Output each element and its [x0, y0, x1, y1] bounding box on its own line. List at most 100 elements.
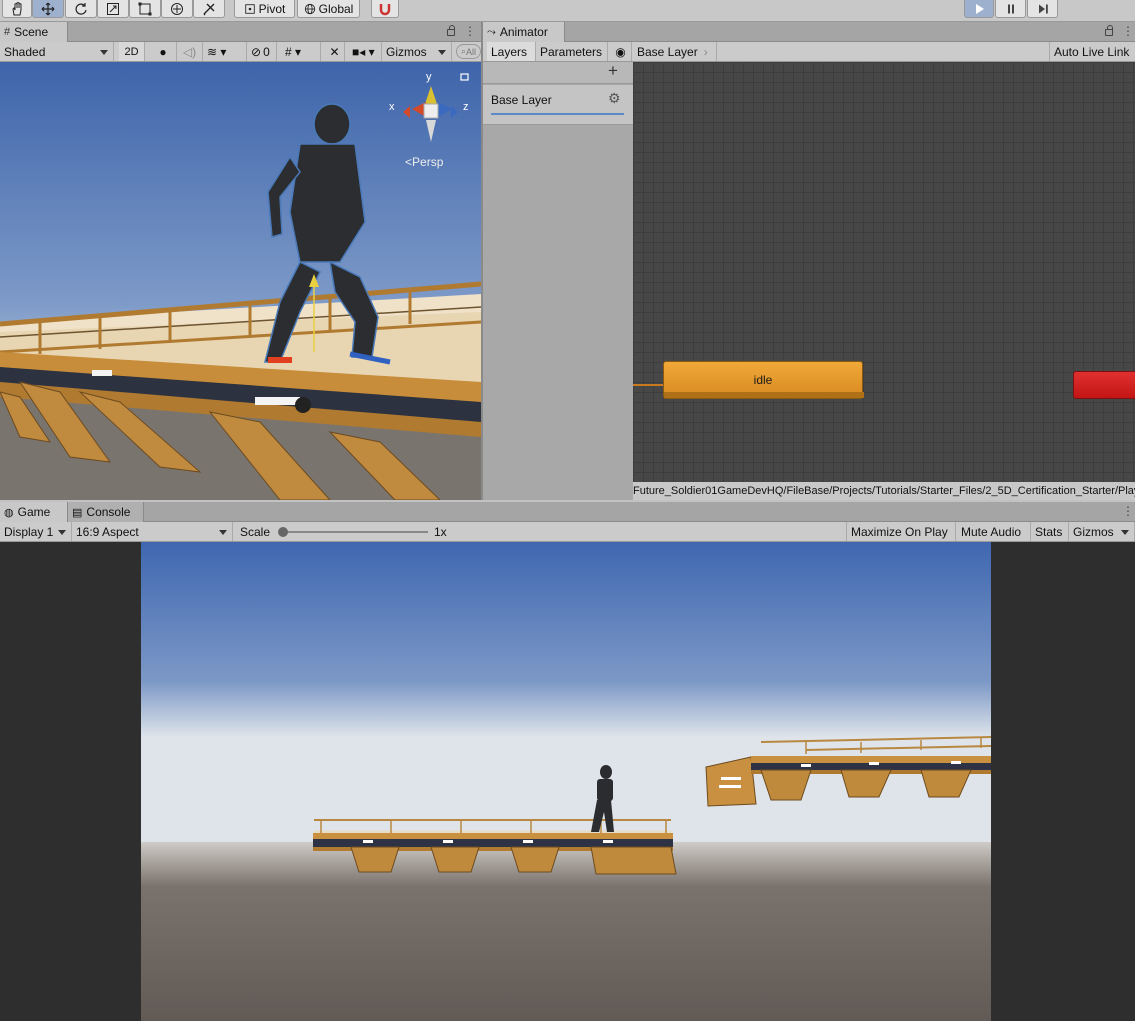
move-tool-button[interactable]: [32, 0, 64, 18]
more-menu-icon[interactable]: ⋮: [464, 24, 476, 38]
speaker-icon: ◁): [182, 44, 197, 59]
shading-mode-dropdown[interactable]: Shaded: [0, 42, 114, 61]
maximize-on-play-label: Maximize On Play: [851, 524, 948, 539]
animator-path: Future_Soldier01GameDevHQ/FileBase/Proje…: [633, 482, 1135, 500]
auto-live-link-label: Auto Live Link: [1054, 44, 1130, 59]
visibility-toggle[interactable]: ◉: [610, 42, 632, 61]
scale-tool-button[interactable]: [97, 0, 129, 18]
game-viewport[interactable]: [0, 542, 1135, 1021]
lock-icon[interactable]: [447, 25, 455, 36]
rect-tool-button[interactable]: [129, 0, 161, 18]
play-button[interactable]: [964, 0, 994, 18]
parameters-tab-label: Parameters: [540, 44, 603, 59]
game-more-icon[interactable]: ⋮: [1122, 504, 1134, 518]
hidden-objects-toggle[interactable]: ⊘ 0: [247, 42, 277, 61]
add-layer-button[interactable]: +: [608, 61, 618, 81]
stats-toggle[interactable]: Stats: [1031, 522, 1069, 541]
layers-header: +: [483, 61, 633, 84]
wrench-icon: ✕: [329, 44, 340, 59]
tab-animator[interactable]: ⤳ Animator: [483, 22, 565, 42]
animator-tab-label: Animator: [499, 25, 548, 39]
tab-layers[interactable]: Layers: [487, 42, 536, 61]
layer-name: Base Layer: [491, 93, 552, 107]
audio-toggle[interactable]: ◁): [177, 42, 203, 61]
step-button[interactable]: [1027, 0, 1058, 18]
custom-tool-button[interactable]: [193, 0, 225, 18]
grid-icon-2: # ▾: [285, 44, 302, 59]
mute-audio-label: Mute Audio: [961, 524, 1022, 539]
display-value: Display 1: [4, 524, 54, 539]
global-toggle[interactable]: Global: [297, 0, 360, 18]
mode-2d-toggle[interactable]: 2D: [119, 42, 145, 61]
tab-parameters[interactable]: Parameters: [536, 42, 608, 61]
axis-y-label: y: [426, 71, 432, 83]
display-dropdown[interactable]: Display 1: [0, 522, 72, 541]
animator-icon: ⤳: [487, 25, 496, 38]
mode-2d-label: 2D: [124, 45, 139, 58]
snap-button[interactable]: [371, 0, 399, 18]
aspect-dropdown[interactable]: 16:9 Aspect: [72, 522, 233, 541]
scale-slider-track[interactable]: [283, 531, 428, 533]
breadcrumb[interactable]: Base Layer ›: [633, 42, 717, 61]
scene-viewport[interactable]: y x z <Persp: [0, 62, 481, 500]
state-node-any[interactable]: [1073, 371, 1135, 399]
scale-label-text: Scale: [240, 524, 271, 539]
tools-toggle[interactable]: ✕: [325, 42, 345, 61]
tab-game[interactable]: ◍ Game: [0, 502, 68, 522]
gizmos-dropdown[interactable]: Gizmos: [382, 42, 452, 61]
scale-icon: [107, 2, 119, 15]
animator-tabbar: ⤳ Animator ⋮: [483, 22, 1135, 42]
grid-dropdown[interactable]: # ▾: [281, 42, 321, 61]
hand-tool-button[interactable]: [2, 0, 32, 18]
animator-lock-icon[interactable]: [1105, 25, 1113, 36]
aspect-value: 16:9 Aspect: [76, 524, 139, 539]
layer-item-base[interactable]: Base Layer ⚙: [483, 85, 633, 125]
scene-search-input[interactable]: ⌕ All: [456, 44, 481, 59]
animator-graph[interactable]: idle: [633, 62, 1135, 482]
main-toolbar: Pivot Global: [0, 0, 1135, 22]
scale-value-text: 1x: [434, 524, 447, 539]
grid-icon: #: [4, 26, 11, 38]
pivot-toggle[interactable]: Pivot: [234, 0, 295, 18]
animator-toolbar: Layers Parameters ◉ Base Layer › Auto Liv…: [483, 42, 1135, 62]
scale-label: Scale: [236, 522, 276, 541]
pause-button[interactable]: [995, 0, 1026, 18]
gear-icon[interactable]: ⚙: [608, 90, 621, 107]
layers-icon: ≋ ▾: [207, 44, 227, 59]
state-node-idle[interactable]: idle: [663, 361, 864, 399]
transition-line[interactable]: [633, 384, 663, 386]
console-icon: ▤: [72, 506, 83, 519]
persp-icon: <: [405, 155, 413, 169]
game-gizmos-label: Gizmos: [1073, 524, 1114, 539]
globe-icon: [304, 3, 315, 14]
scale-slider-thumb[interactable]: [278, 527, 288, 537]
scene-render: [0, 62, 481, 500]
gizmos-label: Gizmos: [386, 44, 427, 59]
auto-live-link-toggle[interactable]: Auto Live Link: [1049, 42, 1135, 61]
camera-dropdown[interactable]: ■◂ ▾: [348, 42, 382, 61]
mute-audio-toggle[interactable]: Mute Audio: [957, 522, 1031, 541]
scale-value: 1x: [430, 522, 460, 541]
rotate-tool-button[interactable]: [65, 0, 97, 18]
rotate-icon: [75, 2, 87, 15]
pivot-label: Pivot: [258, 1, 286, 16]
tab-console[interactable]: ▤ Console: [68, 502, 144, 522]
projection-toggle[interactable]: <Persp: [405, 155, 443, 169]
hidden-count: 0: [263, 44, 270, 59]
animator-more-icon[interactable]: ⋮: [1122, 24, 1134, 38]
tools-icon: [203, 3, 215, 15]
transform-tool-button[interactable]: [161, 0, 193, 18]
global-label: Global: [318, 1, 354, 16]
lightbulb-icon: ●: [159, 44, 167, 59]
effects-dropdown[interactable]: ≋ ▾: [203, 42, 247, 61]
console-tab-label: Console: [86, 505, 131, 519]
lighting-toggle[interactable]: ●: [150, 42, 177, 61]
maximize-on-play-toggle[interactable]: Maximize On Play: [846, 522, 956, 541]
layers-tab-label: Layers: [491, 44, 528, 59]
tab-scene[interactable]: # Scene: [0, 22, 68, 42]
game-tab-label: Game: [17, 505, 51, 519]
game-gizmos-dropdown[interactable]: Gizmos: [1069, 522, 1135, 541]
rect-transform-icon: [138, 2, 152, 15]
move-icon: [41, 2, 55, 15]
pivot-icon: [244, 3, 255, 14]
